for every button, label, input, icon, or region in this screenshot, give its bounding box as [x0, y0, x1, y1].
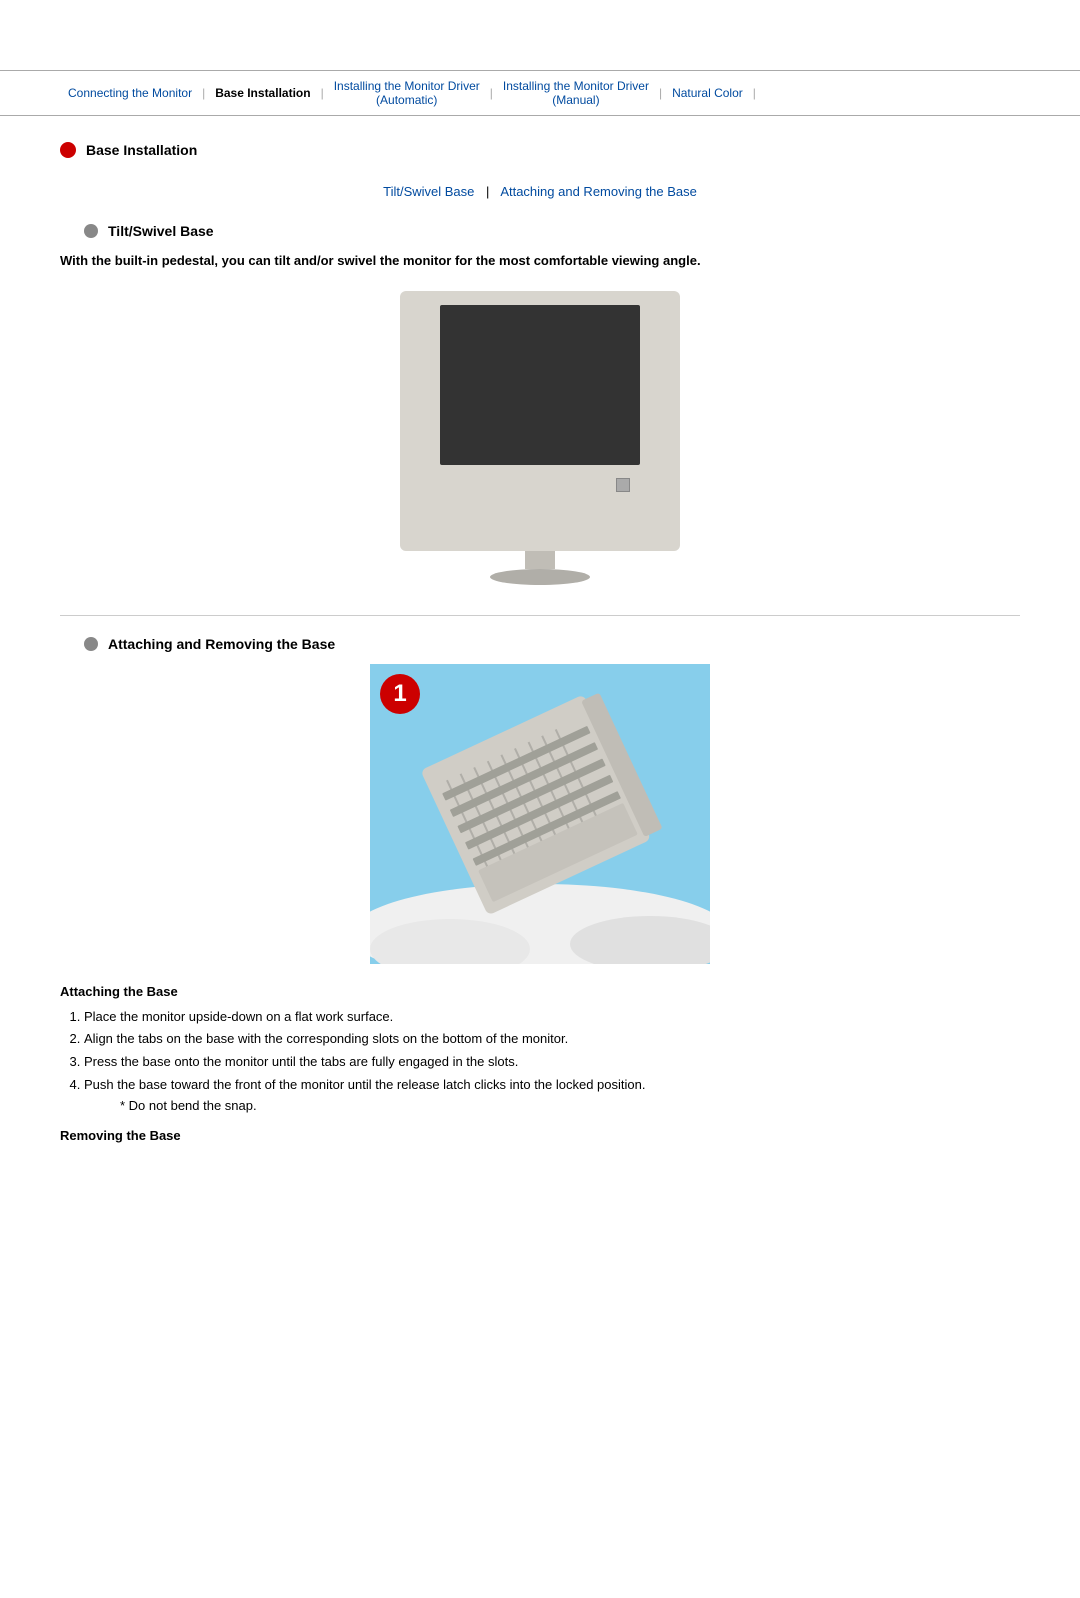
- step-4: Push the base toward the front of the mo…: [84, 1075, 1020, 1117]
- tilt-body-text: With the built-in pedestal, you can tilt…: [60, 251, 1020, 271]
- step-3: Press the base onto the monitor until th…: [84, 1052, 1020, 1073]
- nav-sep-4: |: [659, 86, 662, 100]
- attach-section-header: Attaching and Removing the Base: [84, 636, 1020, 652]
- step-number-badge: 1: [380, 674, 420, 714]
- monitor-power-button: [616, 478, 630, 492]
- nav-sep-3: |: [490, 86, 493, 100]
- red-circle-icon: [60, 142, 76, 158]
- attaching-title: Attaching the Base: [60, 984, 1020, 999]
- monitor-bezel: [440, 465, 640, 505]
- monitor-image: [60, 291, 1020, 585]
- grey-circle-icon-2: [84, 637, 98, 651]
- nav-driver-auto[interactable]: Installing the Monitor Driver(Automatic): [326, 77, 488, 109]
- sub-nav-sep: |: [486, 184, 489, 199]
- attach-section-title: Attaching and Removing the Base: [108, 636, 335, 652]
- tilt-section-title: Tilt/Swivel Base: [108, 223, 214, 239]
- base-installation-image: 1: [60, 664, 1020, 964]
- monitor-screen: [440, 305, 640, 465]
- steps-list: Place the monitor upside-down on a flat …: [84, 1007, 1020, 1117]
- nav-sep-5: |: [753, 86, 756, 100]
- sub-navigation: Tilt/Swivel Base | Attaching and Removin…: [60, 174, 1020, 207]
- nav-sep-1: |: [202, 86, 205, 100]
- tilt-section-header: Tilt/Swivel Base: [84, 223, 1020, 239]
- monitor-neck: [525, 551, 555, 569]
- main-section-title: Base Installation: [60, 142, 1020, 158]
- nav-driver-manual[interactable]: Installing the Monitor Driver(Manual): [495, 77, 657, 109]
- nav-connecting[interactable]: Connecting the Monitor: [60, 84, 200, 102]
- nav-natural-color[interactable]: Natural Color: [664, 84, 751, 102]
- base-svg: [370, 664, 710, 964]
- sub-nav-tilt-link[interactable]: Tilt/Swivel Base: [383, 184, 474, 199]
- page-content: Base Installation Tilt/Swivel Base | Att…: [0, 116, 1080, 1167]
- nav-base-installation[interactable]: Base Installation: [207, 84, 318, 102]
- divider-1: [60, 615, 1020, 616]
- attaching-base-section: Attaching the Base Place the monitor ups…: [60, 984, 1020, 1117]
- navigation-bar: Connecting the Monitor | Base Installati…: [0, 70, 1080, 116]
- step-1: Place the monitor upside-down on a flat …: [84, 1007, 1020, 1028]
- grey-circle-icon: [84, 224, 98, 238]
- sub-nav-attach-link[interactable]: Attaching and Removing the Base: [500, 184, 697, 199]
- nav-sep-2: |: [321, 86, 324, 100]
- monitor-illustration: [400, 291, 680, 551]
- monitor-stand: [490, 569, 590, 585]
- note-text: * Do not bend the snap.: [120, 1098, 257, 1113]
- base-photo: 1: [370, 664, 710, 964]
- step-2: Align the tabs on the base with the corr…: [84, 1029, 1020, 1050]
- removing-title: Removing the Base: [60, 1128, 1020, 1143]
- main-section-title-text: Base Installation: [86, 142, 197, 158]
